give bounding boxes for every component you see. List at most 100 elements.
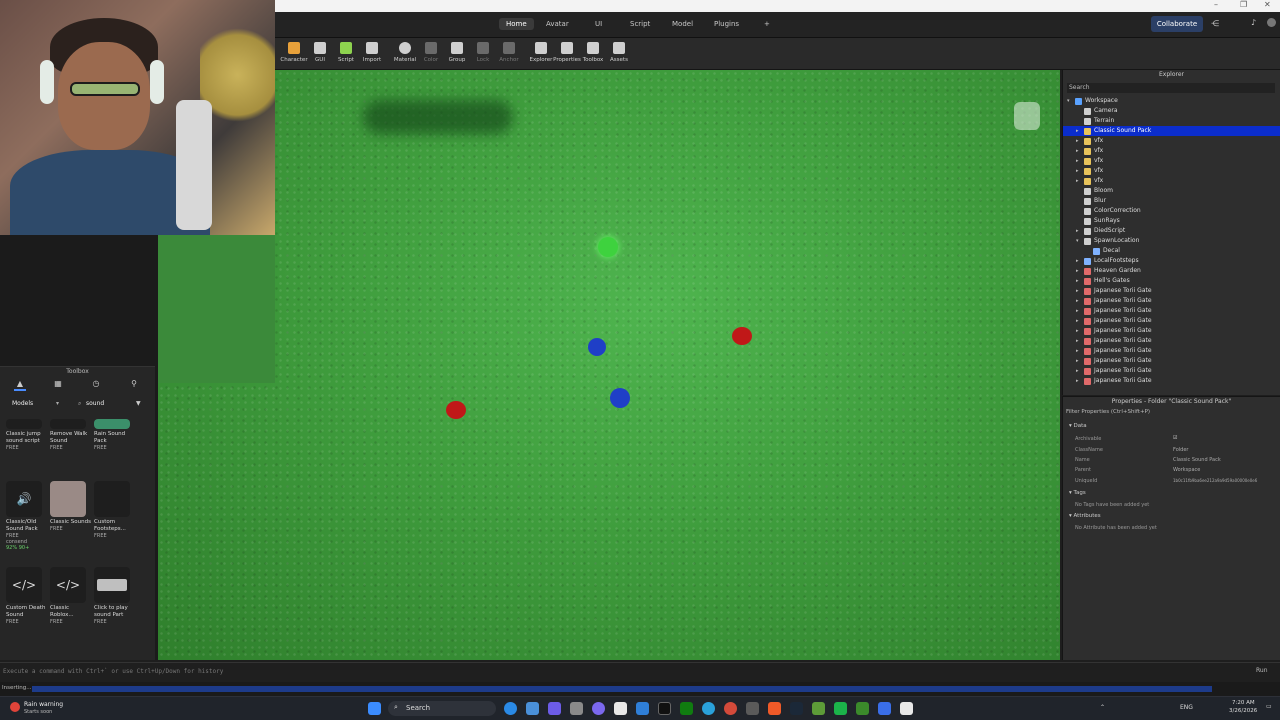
explorer-item[interactable]: ▾ Workspace (1063, 96, 1280, 106)
blue-part[interactable] (610, 388, 630, 408)
chevron-right-icon[interactable]: ▸ (1076, 346, 1082, 356)
weather-title[interactable]: Rain warning (24, 701, 63, 708)
explorer-item[interactable]: ▸ Japanese Torii Gate (1063, 316, 1280, 326)
explorer-item[interactable]: ▸ Japanese Torii Gate (1063, 326, 1280, 336)
explorer-item[interactable]: Terrain (1063, 116, 1280, 126)
chevron-right-icon[interactable]: ▸ (1076, 326, 1082, 336)
red-part[interactable] (446, 401, 466, 419)
chevron-right-icon[interactable]: ▸ (1076, 336, 1082, 346)
steam-icon[interactable] (790, 702, 803, 715)
chevron-right-icon[interactable]: ▸ (1076, 376, 1082, 386)
chevron-right-icon[interactable]: ▸ (1076, 316, 1082, 326)
section-tags[interactable]: ▾ Tags (1069, 490, 1086, 496)
section-data[interactable]: ▾ Data (1069, 423, 1087, 429)
chevron-right-icon[interactable]: ▸ (1076, 266, 1082, 276)
collaborate-button[interactable]: Collaborate (1151, 16, 1203, 32)
explorer-item[interactable]: ▾ SpawnLocation (1063, 236, 1280, 246)
roblox-studio-icon[interactable] (900, 702, 913, 715)
inventory-tab-icon[interactable]: ▲ (14, 379, 26, 391)
explorer-item[interactable]: ▸ Japanese Torii Gate (1063, 336, 1280, 346)
clock-time[interactable]: 7:20 AM (1232, 700, 1255, 706)
explorer-item[interactable]: ▸ DiedScript (1063, 226, 1280, 236)
section-attributes[interactable]: ▾ Attributes (1069, 513, 1101, 519)
app-icon[interactable] (526, 702, 539, 715)
tab-plugins[interactable]: Plugins (707, 18, 746, 30)
chevron-down-icon[interactable]: ▾ (1067, 96, 1073, 106)
asset-item[interactable]: Rain Sound Pack FREE (94, 419, 136, 451)
explorer-search-input[interactable]: Search (1067, 83, 1275, 93)
explorer-item[interactable]: ▸ Japanese Torii Gate (1063, 346, 1280, 356)
chevron-right-icon[interactable]: ▸ (1076, 146, 1082, 156)
chevron-right-icon[interactable]: ▸ (1076, 166, 1082, 176)
filter-properties-input[interactable]: Filter Properties (Ctrl+Shift+P) (1066, 409, 1150, 415)
chevron-right-icon[interactable]: ▸ (1076, 126, 1082, 136)
app-icon[interactable] (614, 702, 627, 715)
app-icon[interactable] (548, 702, 561, 715)
explorer-item[interactable]: ▸ LocalFootsteps (1063, 256, 1280, 266)
tab-ui[interactable]: UI (588, 18, 609, 30)
asset-item[interactable]: Classic Sounds FREE (50, 481, 92, 532)
app-icon[interactable] (878, 702, 891, 715)
minecraft-icon[interactable] (812, 702, 825, 715)
close-button[interactable]: ✕ (1264, 0, 1271, 9)
chevron-right-icon[interactable]: ▸ (1076, 256, 1082, 266)
archivable-checkbox[interactable]: ☑ (1173, 435, 1177, 441)
taskbar-search[interactable]: Search (388, 701, 496, 716)
chevron-right-icon[interactable]: ▸ (1076, 136, 1082, 146)
explorer-item[interactable]: ▸ Japanese Torii Gate (1063, 296, 1280, 306)
anchor-tool[interactable]: Anchor (493, 42, 525, 70)
asset-item[interactable]: Classic jump sound script FREE (6, 419, 48, 451)
chevron-right-icon[interactable]: ▸ (1076, 276, 1082, 286)
3d-viewport[interactable] (158, 70, 1060, 660)
notification-icon[interactable]: ▭ (1266, 703, 1272, 710)
explorer-item[interactable]: ▸ Heaven Garden (1063, 266, 1280, 276)
notification-bell-icon[interactable]: ♪ (1251, 18, 1256, 27)
chevron-right-icon[interactable]: ▸ (1076, 226, 1082, 236)
asset-item[interactable]: Custom Footsteps... FREE (94, 481, 136, 539)
search-input[interactable]: sound (86, 400, 104, 407)
explorer-item[interactable]: ▸ Japanese Torii Gate (1063, 286, 1280, 296)
asset-item[interactable]: Remove Walk Sound FREE (50, 419, 92, 451)
edge-icon[interactable] (504, 702, 517, 715)
brave-icon[interactable] (768, 702, 781, 715)
tray-chevron-icon[interactable]: ⌃ (1100, 704, 1105, 711)
explorer-item[interactable]: ColorCorrection (1063, 206, 1280, 216)
recent-tab-icon[interactable]: ◷ (90, 379, 102, 391)
explorer-item[interactable]: Camera (1063, 106, 1280, 116)
tab-model[interactable]: Model (665, 18, 700, 30)
chevron-right-icon[interactable]: ▸ (1076, 286, 1082, 296)
prop-value[interactable]: Workspace (1173, 467, 1200, 473)
filter-icon[interactable]: ▼ (136, 400, 141, 407)
explorer-item[interactable]: SunRays (1063, 216, 1280, 226)
chevron-right-icon[interactable]: ▸ (1076, 356, 1082, 366)
maximize-button[interactable]: ❐ (1240, 0, 1247, 9)
tab-avatar[interactable]: Avatar (539, 18, 576, 30)
import-tool[interactable]: Import (356, 42, 388, 70)
app-icon[interactable] (856, 702, 869, 715)
command-input[interactable]: Execute a command with Ctrl+` or use Ctr… (3, 668, 223, 675)
clock-date[interactable]: 3/26/2026 (1229, 708, 1257, 714)
green-part[interactable] (598, 237, 618, 257)
explorer-item[interactable]: ▸ vfx (1063, 176, 1280, 186)
assets-tool[interactable]: Assets (603, 42, 635, 70)
explorer-item[interactable]: ▸ vfx (1063, 166, 1280, 176)
view-cube[interactable] (1014, 102, 1040, 130)
share-icon[interactable]: ⋲ (1211, 19, 1219, 28)
explorer-item[interactable]: Decal (1063, 246, 1280, 256)
tab-home[interactable]: Home (499, 18, 534, 30)
app-icon[interactable] (570, 702, 583, 715)
minimize-button[interactable]: – (1214, 0, 1218, 9)
chrome-icon[interactable] (724, 702, 737, 715)
chevron-right-icon[interactable]: ▸ (1076, 306, 1082, 316)
app-icon[interactable] (834, 702, 847, 715)
chevron-right-icon[interactable]: ▸ (1076, 156, 1082, 166)
grid-tab-icon[interactable]: ▦ (52, 379, 64, 391)
explorer-item[interactable]: ▸ Classic Sound Pack (1063, 126, 1280, 136)
asset-item[interactable]: </> Classic Roblox... FREE (50, 567, 92, 625)
chevron-right-icon[interactable]: ▸ (1076, 176, 1082, 186)
asset-item[interactable]: 🔊 Classic/Old Sound Pack FREE consend 92… (6, 481, 48, 551)
explorer-item[interactable]: ▸ Japanese Torii Gate (1063, 366, 1280, 376)
pin-tab-icon[interactable]: ⚲ (128, 379, 140, 391)
explorer-item[interactable]: ▸ Japanese Torii Gate (1063, 306, 1280, 316)
explorer-item[interactable]: ▸ vfx (1063, 156, 1280, 166)
